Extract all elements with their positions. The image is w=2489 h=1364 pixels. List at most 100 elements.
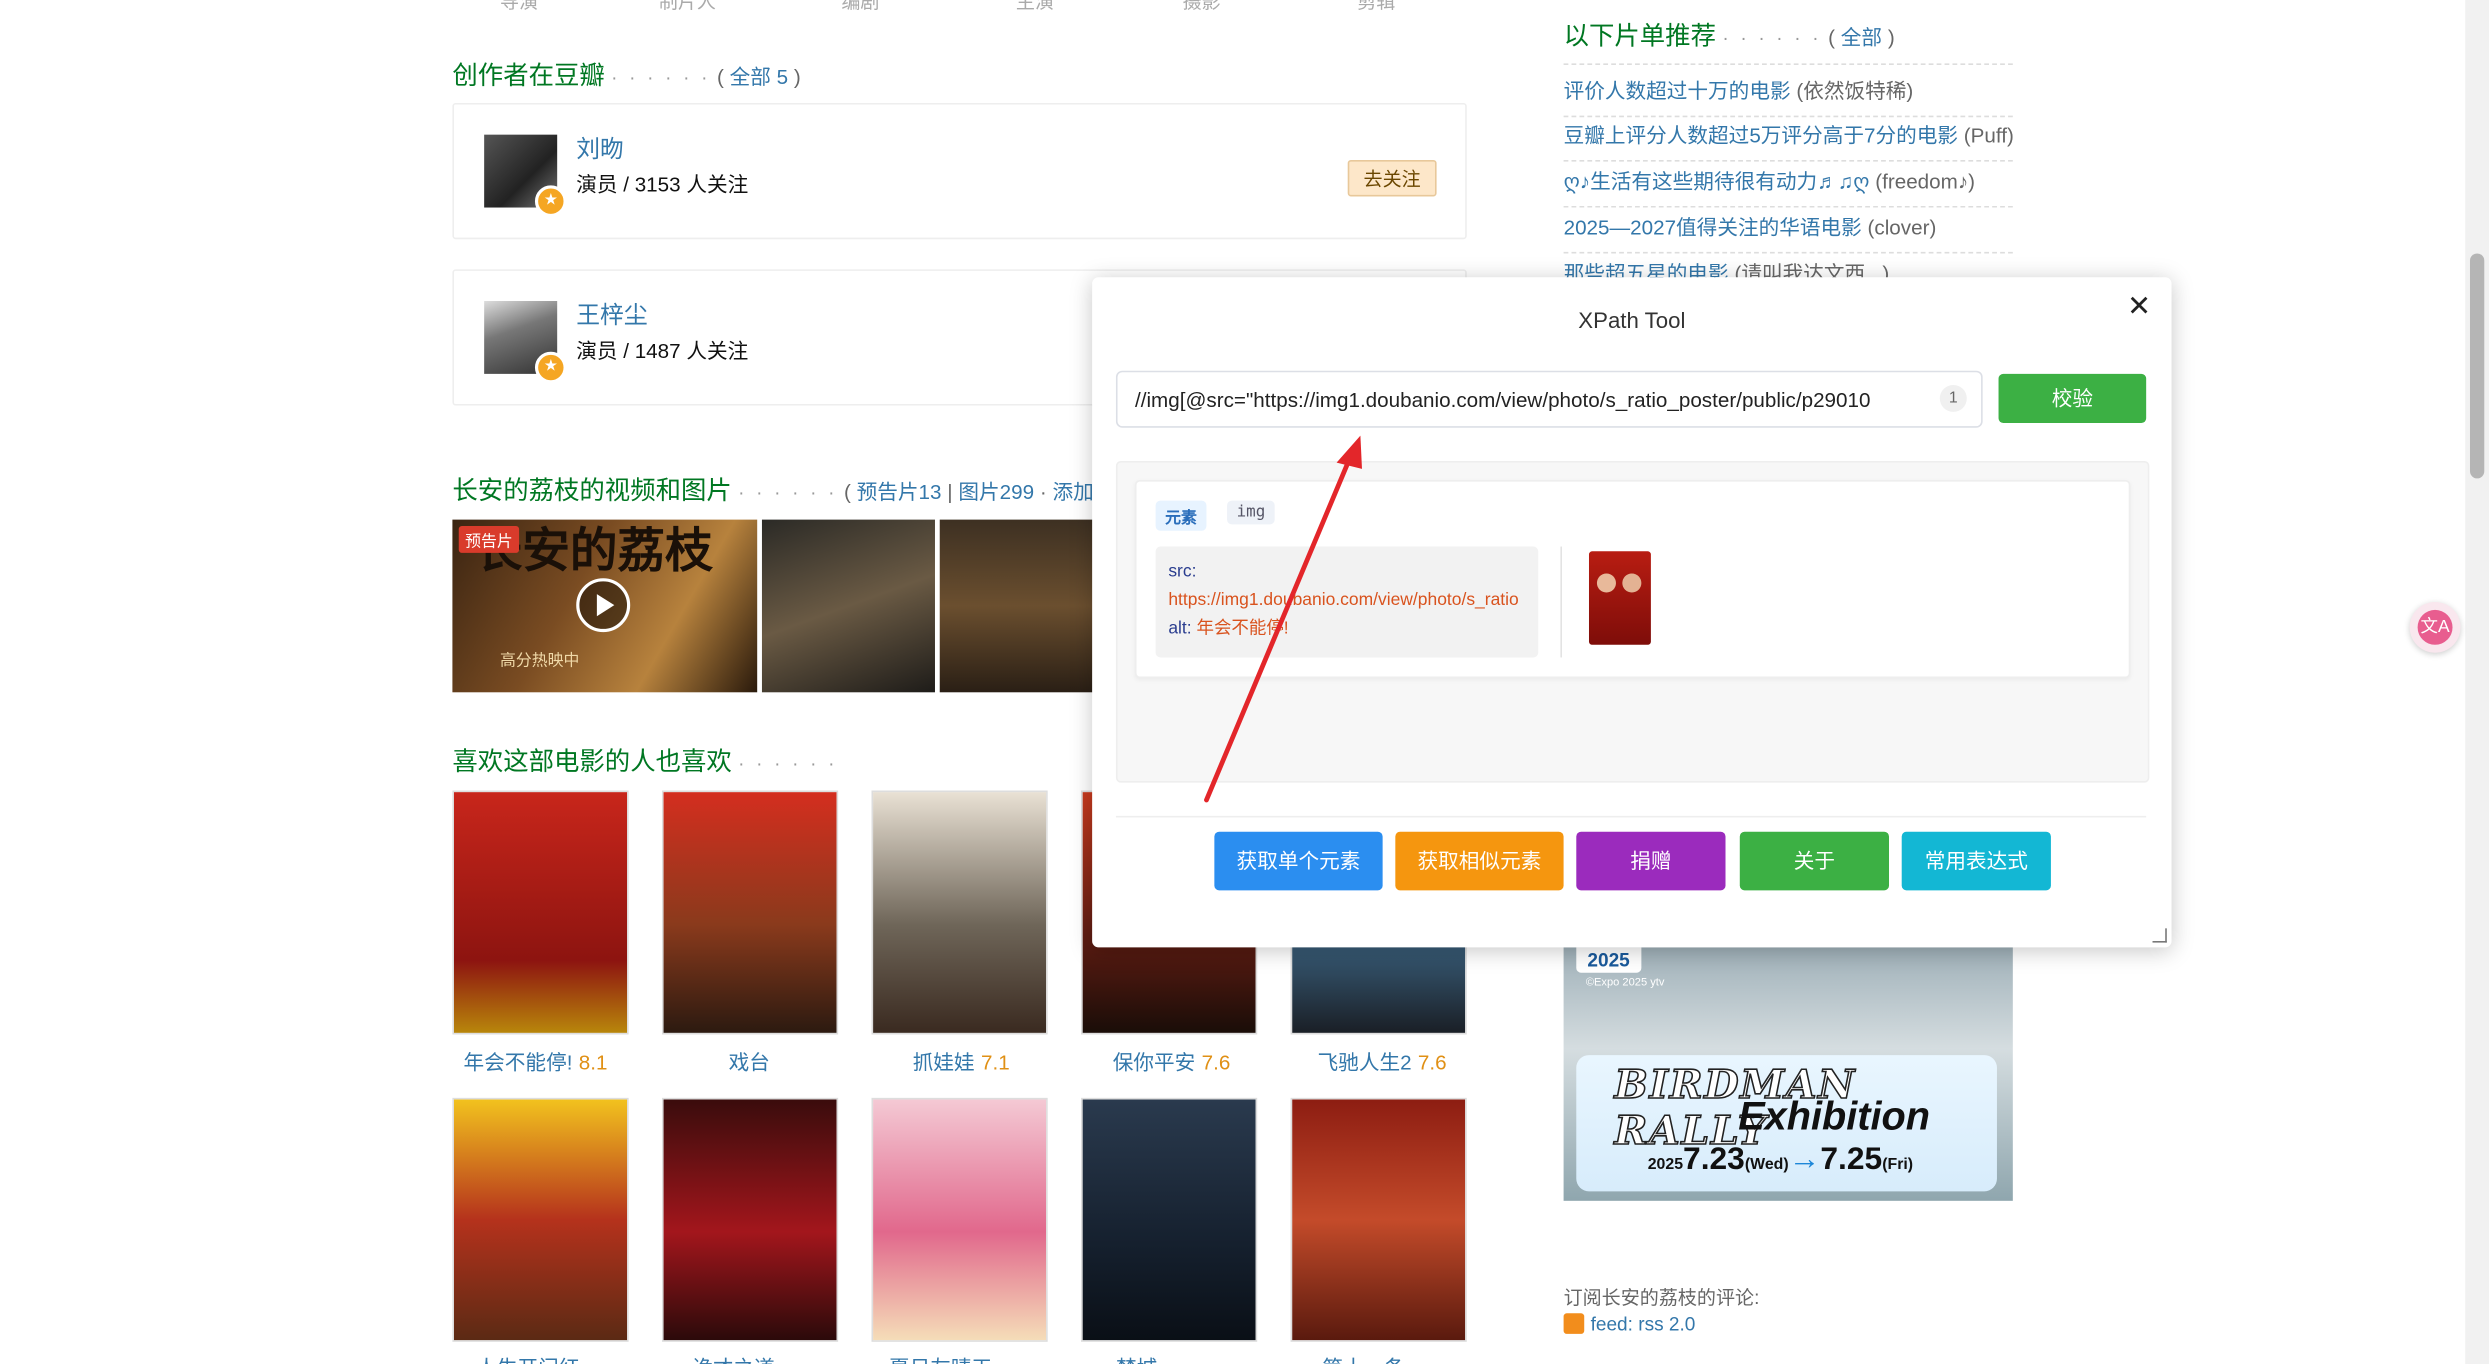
movie-score: 7.1 xyxy=(981,1050,1010,1075)
movie-title[interactable]: 年会不能停! 8.1 xyxy=(464,1046,686,1076)
resize-handle[interactable] xyxy=(2152,928,2167,943)
expo-ad-banner[interactable]: 2025 ©Expo 2025 ytv BIRDMAN RALLY Exhibi… xyxy=(1563,947,2013,1201)
trailer-tag: 预告片 xyxy=(458,525,520,553)
doulist-heading: 以下片单推荐 · · · · · ·( 全部 ) xyxy=(1563,23,1895,51)
page-viewport: 导演 制片人 编剧 主演 摄影 剪辑 创作者在豆瓣 · · · · · ·( 全部… xyxy=(0,0,2489,1364)
top-nav-item[interactable]: 主演 xyxy=(1016,0,1054,14)
top-nav-item[interactable]: 制片人 xyxy=(659,0,716,14)
movie-poster[interactable] xyxy=(452,1097,629,1342)
movie-title[interactable]: 抓娃娃 7.1 xyxy=(913,1046,1135,1076)
movie-title[interactable]: 保你平安 7.6 xyxy=(1113,1046,1335,1076)
ad-year: 2025 xyxy=(1576,947,1641,973)
doulist-author: (依然饭特稀) xyxy=(1796,79,1914,103)
doulist-link[interactable]: 评价人数超过十万的电影 xyxy=(1564,79,1791,103)
media-heading: 长安的荔枝的视频和图片 · · · · · ·( 预告片13 | 图片299 · … xyxy=(452,478,1106,506)
movie-poster[interactable] xyxy=(661,790,839,1035)
doulist-link[interactable]: ღ♪生活有这些期待很有动力♬♫ღ xyxy=(1564,170,1870,194)
play-icon[interactable] xyxy=(576,578,631,633)
creator-name[interactable]: 刘昒 xyxy=(576,131,624,164)
media-heading-text: 长安的荔枝的视频和图片 xyxy=(452,478,732,506)
movie-title[interactable]: 焚城 xyxy=(1116,1351,1338,1364)
movie-title-text[interactable]: 抓娃娃 xyxy=(913,1050,975,1074)
scrollbar-thumb[interactable] xyxy=(2469,253,2485,479)
top-nav-item[interactable]: 编剧 xyxy=(841,0,879,14)
matched-image-thumbnail xyxy=(1588,551,1651,645)
doulist-link[interactable]: 那些超五星的电影 xyxy=(1564,261,1729,278)
trailers-link[interactable]: 预告片13 xyxy=(857,480,942,504)
get-similar-elements-button[interactable]: 获取相似元素 xyxy=(1395,831,1564,891)
movie-title-text[interactable]: 戏台 xyxy=(729,1050,770,1074)
movie-title[interactable]: 飞驰人生2 7.6 xyxy=(1318,1046,1540,1076)
add-media-link[interactable]: 添加 xyxy=(1052,480,1093,504)
doulist-item: 那些超五星的电影 (请叫我达文西...) xyxy=(1564,247,2013,279)
doulist-author: (clover) xyxy=(1867,215,1937,240)
divider xyxy=(1560,546,1563,658)
doulist-item: 豆瓣上评分人数超过5万评分高于7分的电影 (Puff) xyxy=(1563,109,2013,162)
xpath-input-value[interactable]: //img[@src="https://img1.doubanio.com/vi… xyxy=(1135,388,1910,412)
doulist-link[interactable]: 2025—2027值得关注的华语电影 xyxy=(1564,215,1862,239)
top-nav-item[interactable]: 剪辑 xyxy=(1357,0,1395,14)
top-nav-item[interactable]: 导演 xyxy=(500,0,538,14)
doulist-author: (请叫我达文西...) xyxy=(1734,261,1890,279)
src-value: https://img1.doubanio.com/view/photo/s_r… xyxy=(1168,590,1519,610)
movie-poster[interactable] xyxy=(871,1097,1048,1342)
scrollbar-track[interactable] xyxy=(2465,0,2489,1364)
movie-poster[interactable] xyxy=(1290,1097,1467,1342)
xpath-input[interactable]: //img[@src="https://img1.doubanio.com/vi… xyxy=(1115,370,1983,428)
star-badge-icon: ★ xyxy=(534,351,567,384)
movie-title[interactable]: 第十一条 xyxy=(1322,1351,1544,1364)
dialog-title: XPath Tool xyxy=(1578,307,1686,333)
movie-title[interactable]: 诡才之道 xyxy=(692,1351,914,1364)
ad-date-start: 7.23 xyxy=(1683,1142,1745,1178)
alt-value: 年会不能停! xyxy=(1196,619,1289,639)
validate-button[interactable]: 校验 xyxy=(1998,373,2147,423)
movie-poster[interactable] xyxy=(1081,1097,1258,1342)
xpath-tool-dialog: XPath Tool ✕ //img[@src="https://img1.do… xyxy=(1092,277,2172,948)
creator-info: 演员 / 1487 人关注 xyxy=(576,339,749,363)
common-expressions-button[interactable]: 常用表达式 xyxy=(1901,831,2051,891)
translate-icon[interactable]: 文A xyxy=(2409,601,2461,653)
donate-button[interactable]: 捐赠 xyxy=(1576,831,1726,891)
movie-poster[interactable] xyxy=(871,790,1048,1035)
get-single-element-button[interactable]: 获取单个元素 xyxy=(1214,831,1383,891)
also-like-heading: 喜欢这部电影的人也喜欢 · · · · · · xyxy=(452,749,838,777)
still-photo[interactable] xyxy=(939,519,1094,693)
avatar[interactable]: ★ xyxy=(484,300,567,384)
doulist-author: (freedom♪) xyxy=(1875,169,1976,194)
creator-name[interactable]: 王梓尘 xyxy=(576,298,647,331)
about-button[interactable]: 关于 xyxy=(1739,831,1890,891)
subscribe-label: 订阅长安的荔枝的评论: xyxy=(1563,1286,1760,1309)
result-card[interactable]: 元素 img src: https://img1.doubanio.com/vi… xyxy=(1134,480,2131,679)
movie-poster[interactable] xyxy=(661,1097,839,1342)
movie-title-text[interactable]: 飞驰人生2 xyxy=(1318,1050,1412,1074)
creators-all-link[interactable]: 全部 5 xyxy=(730,65,788,89)
rss-feed-link[interactable]: feed: rss 2.0 xyxy=(1563,1313,1696,1335)
follow-button[interactable]: 去关注 xyxy=(1347,160,1437,197)
src-key: src: xyxy=(1168,562,1197,582)
doulist-item: 2025—2027值得关注的华语电影 (clover) xyxy=(1563,201,2013,254)
still-photo[interactable] xyxy=(761,519,935,693)
ad-date-year: 2025 xyxy=(1647,1156,1684,1174)
rss-feed-text[interactable]: feed: rss 2.0 xyxy=(1591,1313,1696,1335)
photos-link[interactable]: 图片299 xyxy=(958,480,1034,504)
doulist-all-link[interactable]: 全部 xyxy=(1841,25,1882,49)
ad-subtitle: Exhibition xyxy=(1738,1094,1931,1140)
movie-title[interactable]: 人生开门红 xyxy=(476,1351,698,1364)
trailer-poster-subtitle: 高分热映中 xyxy=(500,652,580,671)
movie-score: 7.6 xyxy=(1201,1050,1231,1075)
doulist-link[interactable]: 豆瓣上评分人数超过5万评分高于7分的电影 xyxy=(1564,124,1958,148)
movie-title[interactable]: 夏日友晴天 xyxy=(889,1351,1111,1364)
divider xyxy=(1115,815,2147,818)
movie-poster[interactable] xyxy=(452,790,629,1035)
avatar[interactable]: ★ xyxy=(484,134,567,218)
trailer-thumbnail[interactable]: 长安的荔枝 高分热映中 预告片 xyxy=(452,519,758,693)
movie-title-text[interactable]: 年会不能停! xyxy=(464,1050,573,1074)
attributes-box: src: https://img1.doubanio.com/view/phot… xyxy=(1155,546,1539,658)
doulist-item: ღ♪生活有这些期待很有动力♬♫ღ (freedom♪) xyxy=(1563,155,2013,208)
close-icon[interactable]: ✕ xyxy=(2127,290,2151,323)
creator-info: 演员 / 3153 人关注 xyxy=(576,172,749,197)
top-nav-item[interactable]: 摄影 xyxy=(1183,0,1221,14)
translate-icon-glyph: 文A xyxy=(2417,609,2453,645)
movie-title-text[interactable]: 保你平安 xyxy=(1113,1050,1196,1074)
movie-score: 7.6 xyxy=(1417,1050,1447,1075)
